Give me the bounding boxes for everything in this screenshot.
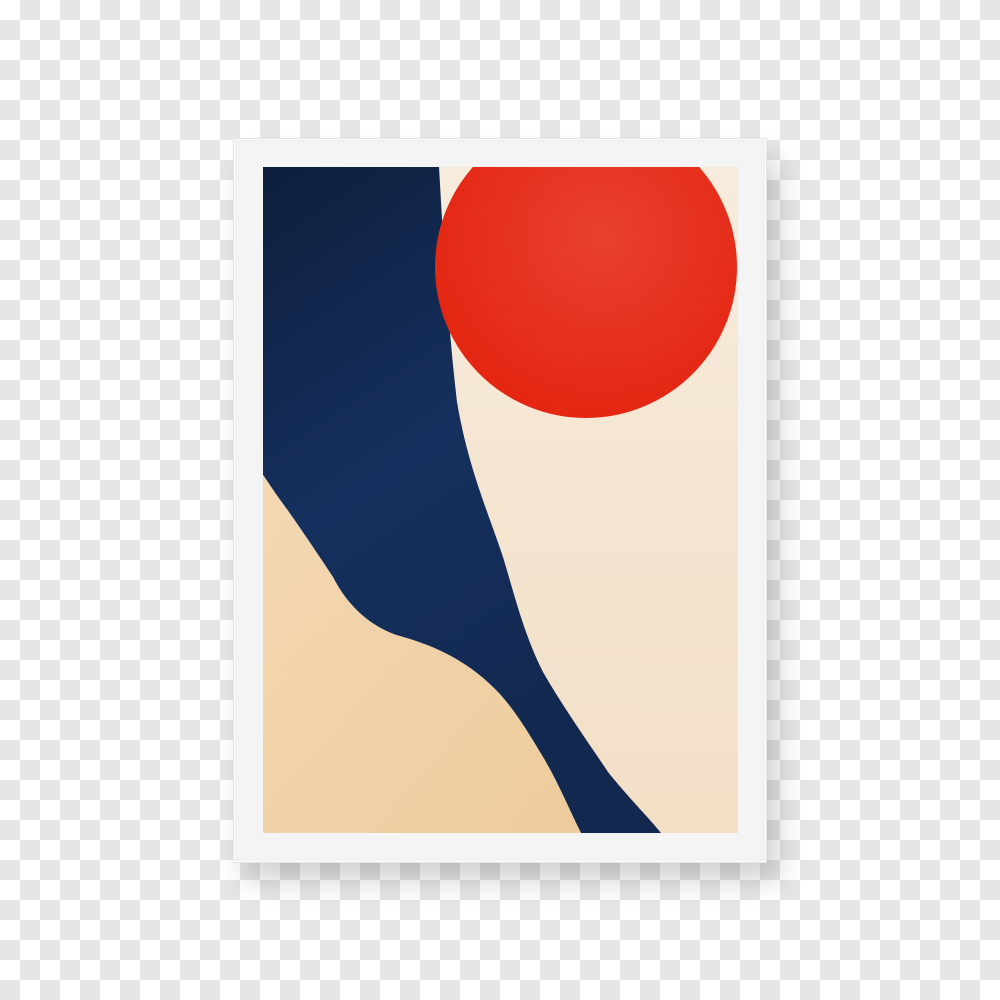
transparency-checkerboard-background	[0, 0, 1000, 1000]
artwork-canvas	[263, 167, 738, 833]
framed-artwork	[263, 167, 738, 833]
